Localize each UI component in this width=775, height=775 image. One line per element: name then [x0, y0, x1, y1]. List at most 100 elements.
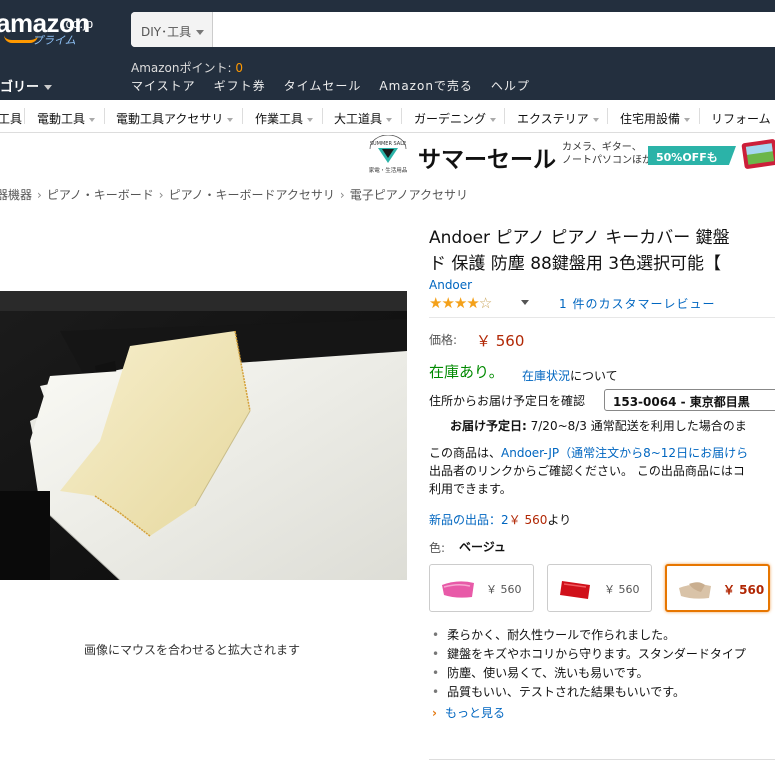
delivery-address-label: 住所からお届け予定日を確認: [429, 394, 586, 408]
chevron-down-icon: [490, 117, 497, 122]
subnav-divider: [242, 108, 243, 124]
stock-status-link[interactable]: 在庫状況: [522, 367, 570, 384]
customer-reviews-link[interactable]: 1 件のカスタマーレビュー: [559, 295, 715, 312]
breadcrumb-item[interactable]: ピアノ・キーボードアクセサリ: [169, 188, 335, 202]
nav-gift-card[interactable]: ギフト券: [214, 77, 266, 94]
subnav-label: 電動工具: [37, 112, 86, 126]
nav-my-store[interactable]: マイストア: [131, 77, 196, 94]
swatch-price: ￥ 560: [723, 583, 765, 597]
stock-status-suffix: について: [570, 369, 618, 383]
search-scope-dropdown[interactable]: DIY･工具: [131, 12, 213, 47]
chevron-down-icon: [89, 117, 96, 122]
subnav-item-power-tools[interactable]: 電動工具: [37, 110, 96, 127]
points-display: Amazonポイント: 0: [131, 59, 243, 76]
price-value: ￥ 560: [476, 332, 525, 350]
product-title: Andoer ピアノ ピアノ キーカバー 鍵盤 ド 保護 防塵 88鍵盤用 3色…: [429, 225, 775, 277]
new-offers-link[interactable]: 新品の出品：2: [429, 513, 509, 527]
seller-info: この商品は、Andoer-JP（通常注文から8~12日にお届けら 出品者のリンク…: [429, 444, 775, 498]
delivery-estimate: お届け予定日: 7/20~8/3 通常配送を利用した場合のま: [450, 417, 747, 434]
subnav-item-tools[interactable]: 工具: [0, 110, 22, 127]
subnav-label: 大工道具: [334, 112, 383, 126]
star-filled-icon: ★: [466, 294, 479, 312]
header-nav: マイストア ギフト券 タイムセール Amazonで売る ヘルプ: [131, 77, 548, 94]
subnav-label: 住宅用設備: [620, 112, 681, 126]
subnav-item-hand-tools[interactable]: 作業工具: [255, 110, 314, 127]
product-image[interactable]: [0, 291, 407, 580]
subnav-label: ガーデニング: [414, 112, 487, 126]
chevron-down-icon: [386, 117, 393, 122]
star-filled-icon: ★: [441, 294, 454, 312]
chevron-right-icon: ›: [339, 188, 345, 202]
subnav-label: 作業工具: [255, 112, 304, 126]
brand-link[interactable]: Andoer: [429, 278, 472, 292]
product-title-line-2: ド 保護 防塵 88鍵盤用 3色選択可能【: [429, 254, 722, 274]
banner-subtitle: カメラ、ギター、 ノートパソコンほか: [562, 141, 652, 167]
subnav-label: エクステリア: [517, 112, 589, 126]
image-zoom-hint: 画像にマウスを合わせると拡大されます: [84, 643, 301, 657]
seller-line-2: 出品者のリンクからご確認ください。 この出品商品にはコ: [429, 464, 745, 478]
category-subnav: 工具 電動工具 電動工具アクセサリ 作業工具 大工道具 ガーデニング エクステリ…: [0, 100, 775, 133]
logo-tld: .co.jp: [62, 16, 94, 31]
divider: [429, 317, 775, 318]
badge-bottom-text: 家電・生活用品: [369, 166, 408, 174]
summer-sale-banner[interactable]: SUMMER SALE 家電・生活用品 サマーセール カメラ、ギター、 ノートパ…: [366, 133, 775, 178]
banner-discount-badge: 50%OFFも: [648, 146, 736, 165]
star-empty-icon: ☆: [478, 294, 492, 312]
breadcrumb-item[interactable]: 電子ピアノアクセサリ: [350, 188, 468, 202]
amazon-logo[interactable]: amazon .co.jp プライム: [0, 8, 110, 48]
feature-bullets: 柔らかく、耐久性ウールで作られました。 鍵盤をキズやホコリから守ります。スタンダ…: [432, 626, 775, 702]
chevron-right-icon: ›: [37, 188, 42, 202]
delivery-estimate-label: お届け予定日:: [450, 419, 527, 433]
nav-time-sale[interactable]: タイムセール: [284, 77, 362, 94]
points-label: Amazonポイント:: [131, 61, 236, 75]
new-offers: 新品の出品：2￥ 560より: [429, 511, 571, 528]
star-filled-icon: ★: [429, 294, 442, 312]
swatch-price: ￥ 560: [486, 583, 522, 596]
subnav-item-reform[interactable]: リフォーム: [711, 110, 771, 127]
star-rating[interactable]: ★★★★☆: [429, 294, 492, 312]
header: amazon .co.jp プライム DIY･工具 Amazonポイント: 0 …: [0, 0, 775, 100]
subnav-item-gardening[interactable]: ガーデニング: [414, 110, 497, 127]
breadcrumb-item[interactable]: ピアノ・キーボード: [47, 188, 154, 202]
category-menu-label: ゴリー: [0, 80, 40, 95]
feature-bullet: 鍵盤をキズやホコリから守ります。スタンダードタイプ: [432, 645, 775, 664]
nav-sell-on-amazon[interactable]: Amazonで売る: [379, 77, 473, 94]
color-swatch-beige-selected[interactable]: ￥ 560: [665, 564, 770, 612]
seller-link[interactable]: Andoer-JP（通常注文から8~12日にお届けら: [501, 446, 748, 460]
banner-sub-line-1: カメラ、ギター、: [562, 142, 642, 153]
subnav-item-exterior[interactable]: エクステリア: [517, 110, 599, 127]
new-offers-price: ￥ 560: [508, 513, 548, 527]
subnav-divider: [104, 108, 105, 124]
badge-top-text: SUMMER SALE: [370, 141, 406, 147]
see-more-link[interactable]: › もっと見る: [432, 704, 505, 721]
chevron-down-icon: [227, 117, 234, 122]
subnav-divider: [607, 108, 608, 124]
color-swatch-red[interactable]: ￥ 560: [547, 564, 652, 612]
search-scope-label: DIY･工具: [141, 25, 192, 39]
subnav-divider: [699, 108, 700, 124]
chevron-right-icon: ›: [158, 188, 164, 202]
chevron-down-icon: [592, 117, 599, 122]
delivery-estimate-text: 7/20~8/3 通常配送を利用した場合のま: [526, 419, 747, 433]
banner-sub-line-2: ノートパソコンほか: [562, 155, 652, 166]
chevron-down-icon: [684, 117, 691, 122]
summer-sale-badge-icon: SUMMER SALE 家電・生活用品: [369, 135, 408, 174]
seller-line-3: 利用できます。: [429, 482, 512, 496]
breadcrumb: 器機器 › ピアノ・キーボード › ピアノ・キーボードアクセサリ › 電子ピアノアクセサリ: [0, 186, 468, 203]
chevron-down-icon[interactable]: [521, 300, 529, 305]
swatch-price: ￥ 560: [604, 583, 640, 596]
subnav-item-home-equipment[interactable]: 住宅用設備: [620, 110, 691, 127]
breadcrumb-item[interactable]: 器機器: [0, 188, 32, 202]
category-menu-button[interactable]: ゴリー: [0, 76, 53, 95]
new-offers-suffix: より: [547, 513, 572, 527]
nav-help[interactable]: ヘルプ: [491, 77, 530, 94]
subnav-item-power-tool-accessories[interactable]: 電動工具アクセサリ: [116, 110, 234, 127]
chevron-down-icon: [196, 30, 205, 35]
subnav-item-carpentry[interactable]: 大工道具: [334, 110, 393, 127]
search-bar[interactable]: DIY･工具: [131, 12, 775, 47]
subnav-divider: [401, 108, 402, 124]
color-swatch-pink[interactable]: ￥ 560: [429, 564, 534, 612]
subnav-divider: [504, 108, 505, 124]
color-label: 色:: [429, 541, 446, 555]
zip-code-selector[interactable]: 153-0064 - 東京都目黒: [604, 389, 775, 411]
